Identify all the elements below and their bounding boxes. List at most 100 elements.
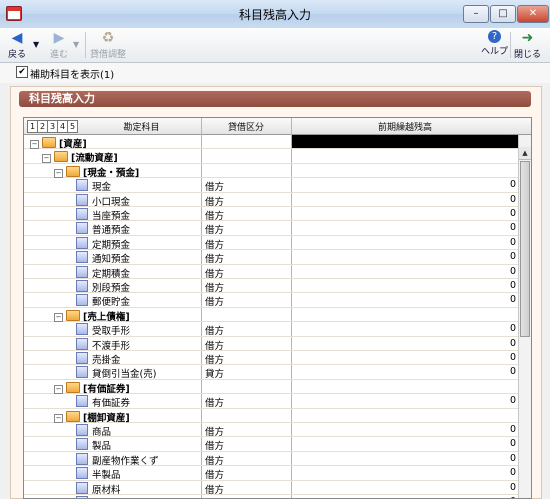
- scroll-thumb[interactable]: [520, 161, 530, 337]
- forward-button[interactable]: ▶ 進む: [50, 30, 68, 60]
- account-label: 当座預金: [92, 211, 131, 222]
- close-button[interactable]: ➜ 閉じる: [514, 30, 541, 60]
- balance-column-header[interactable]: 前期繰越残高: [292, 120, 518, 133]
- side-cell: 借方: [205, 268, 225, 280]
- balance-cell[interactable]: 0: [292, 424, 516, 435]
- table-row[interactable]: 不渡手形 借方 0: [24, 337, 518, 352]
- table-row[interactable]: 受取手形 借方 0: [24, 322, 518, 338]
- table-row[interactable]: 定期積金 借方 0: [24, 265, 518, 280]
- account-icon: [76, 265, 88, 278]
- exit-icon: ➜: [521, 30, 534, 46]
- collapse-toggle-icon[interactable]: −: [54, 168, 63, 178]
- balance-cell[interactable]: 0: [292, 438, 516, 449]
- table-row[interactable]: 当座預金 借方 0: [24, 207, 518, 222]
- collapse-toggle-icon[interactable]: −: [30, 140, 39, 149]
- title-bar: 科目残高入力 – □ ✕: [0, 0, 550, 29]
- account-cell: 現金: [76, 179, 111, 193]
- account-label: 小口現金: [92, 196, 131, 208]
- collapse-toggle-icon[interactable]: −: [54, 384, 63, 394]
- balance-cell[interactable]: 0: [292, 338, 516, 349]
- table-row[interactable]: 通知預金 借方 0: [24, 250, 518, 265]
- balance-cell[interactable]: 0: [292, 395, 516, 406]
- account-label: [現金・預金]: [83, 167, 140, 179]
- table-row[interactable]: − [棚卸資産]: [24, 409, 518, 424]
- table-row[interactable]: 定期預金 借方 0: [24, 236, 518, 251]
- account-cell: − [棚卸資産]: [54, 410, 130, 424]
- toolbar: ◀ 戻る ▼ ▶ 進む ▼ ♻ 貸借調整 ? ヘルプ ➜ 閉じる: [0, 28, 550, 63]
- balance-cell[interactable]: 0: [292, 266, 516, 277]
- account-cell: 貸倒引当金(売): [76, 366, 156, 380]
- side-cell: 借方: [205, 297, 225, 309]
- table-row[interactable]: 仕掛品借方0: [24, 495, 518, 498]
- account-icon: [76, 208, 88, 220]
- balance-cell[interactable]: 0: [292, 179, 516, 190]
- account-icon: [76, 481, 88, 494]
- vertical-scrollbar[interactable]: ▲: [518, 135, 531, 498]
- table-row[interactable]: 原材料 借方 0: [24, 481, 518, 496]
- collapse-toggle-icon[interactable]: −: [54, 413, 63, 423]
- account-column-header[interactable]: 勘定科目: [84, 120, 199, 133]
- balance-cell[interactable]: 0: [292, 280, 516, 291]
- account-cell: 通知預金: [76, 251, 130, 265]
- side-cell: 借方: [205, 355, 225, 366]
- balance-cell[interactable]: 0: [292, 194, 516, 205]
- balance-cell[interactable]: 0: [292, 453, 516, 464]
- account-cell: 半製品: [76, 467, 121, 481]
- back-arrow-icon: ◀: [11, 30, 23, 46]
- forward-dropdown-icon[interactable]: ▼: [73, 40, 79, 49]
- panel-title: 科目残高入力: [19, 91, 531, 107]
- table-row[interactable]: − [資産]: [24, 135, 518, 150]
- balance-cell[interactable]: 0: [292, 467, 516, 478]
- order-adjust-button[interactable]: ♻ 貸借調整: [90, 30, 126, 60]
- back-dropdown-icon[interactable]: ▼: [33, 40, 39, 49]
- show-sub-accounts-label[interactable]: 補助科目を表示(1): [30, 66, 114, 81]
- balance-cell[interactable]: 0: [292, 482, 516, 493]
- maximize-button[interactable]: □: [490, 5, 516, 23]
- side-cell: 借方: [205, 398, 225, 410]
- table-row[interactable]: 半製品 借方 0: [24, 466, 518, 481]
- table-row[interactable]: 貸倒引当金(売) 貸方 0: [24, 365, 518, 380]
- balance-cell[interactable]: 0: [292, 323, 516, 334]
- balance-cell[interactable]: 0: [292, 294, 516, 305]
- table-row[interactable]: − [現金・預金]: [24, 164, 518, 179]
- table-row[interactable]: − [売上債権]: [24, 308, 518, 323]
- level-5-button[interactable]: 5: [67, 120, 78, 133]
- table-row[interactable]: 売掛金 借方 0: [24, 351, 518, 366]
- collapse-toggle-icon[interactable]: −: [54, 312, 63, 322]
- account-label: 郵便貯金: [92, 297, 131, 309]
- account-label: 副産物作業くず: [92, 455, 159, 467]
- help-button[interactable]: ? ヘルプ: [481, 30, 508, 57]
- close-window-button[interactable]: ✕: [517, 5, 549, 23]
- balance-cell[interactable]: 0: [292, 237, 516, 248]
- balance-cell[interactable]: 0: [292, 366, 516, 377]
- collapse-toggle-icon[interactable]: −: [42, 154, 51, 164]
- table-row[interactable]: 副産物作業くず 借方 0: [24, 452, 518, 467]
- forward-arrow-icon: ▶: [53, 30, 65, 46]
- side-column-header[interactable]: 貸借区分: [202, 120, 290, 133]
- account-cell: 郵便貯金: [76, 294, 130, 308]
- account-icon: [76, 424, 88, 436]
- table-row[interactable]: 普通預金 借方 0: [24, 221, 518, 236]
- table-row[interactable]: 小口現金 借方 0: [24, 193, 518, 208]
- side-cell: 借方: [205, 211, 225, 222]
- table-row[interactable]: 現金 借方 0: [24, 178, 518, 193]
- table-row[interactable]: − [有価証券]: [24, 380, 518, 395]
- scroll-up-icon[interactable]: ▲: [519, 147, 531, 160]
- account-label: 定期積金: [92, 268, 131, 280]
- table-row[interactable]: − [流動資産]: [24, 149, 518, 164]
- table-row[interactable]: 製品 借方 0: [24, 437, 518, 452]
- main-window: 科目残高入力 – □ ✕ ◀ 戻る ▼ ▶ 進む ▼ ♻ 貸借調整 ? ヘルプ …: [0, 0, 550, 499]
- account-label: 受取手形: [92, 326, 131, 338]
- balance-cell[interactable]: 0: [292, 352, 516, 363]
- minimize-button[interactable]: –: [463, 5, 489, 23]
- table-row[interactable]: 有価証券 借方 0: [24, 394, 518, 410]
- show-sub-accounts-checkbox[interactable]: ✔: [16, 66, 28, 78]
- balance-cell[interactable]: 0: [292, 208, 516, 219]
- table-row[interactable]: 郵便貯金 借方 0: [24, 293, 518, 309]
- table-row[interactable]: 別段預金 借方 0: [24, 279, 518, 294]
- balance-cell[interactable]: 0: [292, 251, 516, 262]
- account-label: [資産]: [59, 139, 87, 150]
- back-button[interactable]: ◀ 戻る: [8, 30, 26, 60]
- table-row[interactable]: 商品 借方 0: [24, 423, 518, 438]
- balance-cell[interactable]: 0: [292, 222, 516, 233]
